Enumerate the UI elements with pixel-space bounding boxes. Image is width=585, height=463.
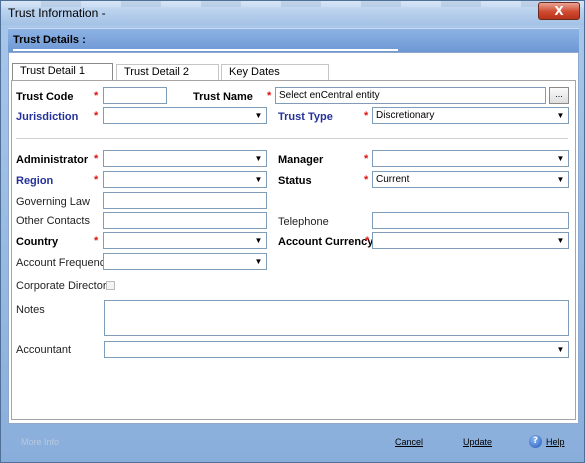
required-marker: *	[365, 235, 370, 247]
trust-code-label: Trust Code	[16, 91, 74, 103]
account-currency-dropdown[interactable]: ▼	[372, 232, 569, 249]
chevron-down-icon[interactable]: ▼	[553, 108, 568, 123]
administrator-dropdown[interactable]: ▼	[103, 150, 267, 167]
trust-information-window: Trust Information - X Trust Details : Tr…	[0, 0, 585, 463]
other-contacts-label: Other Contacts	[16, 215, 90, 227]
dialog-footer: More Info Cancel Update ? Help	[8, 425, 579, 461]
country-label: Country	[16, 236, 59, 248]
status-dropdown[interactable]: Current ▼	[372, 171, 569, 188]
chevron-down-icon[interactable]: ▼	[553, 172, 568, 187]
trust-name-input[interactable]: Select enCentral entity	[275, 87, 546, 104]
trust-name-label: Trust Name	[193, 91, 253, 103]
cancel-button[interactable]: Cancel	[395, 437, 423, 447]
chevron-down-icon[interactable]: ▼	[553, 342, 568, 357]
update-button[interactable]: Update	[463, 437, 492, 447]
country-dropdown[interactable]: ▼	[103, 232, 267, 249]
section-title: Trust Details :	[13, 34, 86, 46]
accountant-dropdown[interactable]: ▼	[104, 341, 569, 358]
telephone-label: Telephone	[278, 216, 329, 228]
accountant-label: Accountant	[16, 344, 72, 356]
telephone-input[interactable]	[372, 212, 569, 229]
chevron-down-icon[interactable]: ▼	[251, 254, 266, 269]
manager-dropdown[interactable]: ▼	[372, 150, 569, 167]
required-marker: *	[94, 235, 99, 247]
chevron-down-icon[interactable]: ▼	[553, 151, 568, 166]
required-marker: *	[364, 110, 369, 122]
governing-law-label: Governing Law	[16, 196, 90, 208]
chevron-down-icon[interactable]: ▼	[251, 233, 266, 248]
tab-strip: Trust Detail 1 Trust Detail 2 Key Dates	[11, 63, 571, 81]
status-label: Status	[278, 175, 312, 187]
close-button[interactable]: X	[538, 2, 580, 20]
section-divider	[16, 138, 568, 139]
administrator-label: Administrator	[16, 154, 89, 166]
required-marker: *	[94, 110, 99, 122]
main-content: Trust Detail 1 Trust Detail 2 Key Dates …	[8, 52, 579, 424]
window-title: Trust Information -	[8, 6, 106, 20]
corporate-director-checkbox[interactable]	[106, 281, 115, 290]
help-button[interactable]: Help	[546, 437, 565, 447]
status-value: Current	[376, 174, 410, 185]
region-dropdown[interactable]: ▼	[103, 171, 267, 188]
tab-key-dates[interactable]: Key Dates	[221, 64, 329, 80]
tab-trust-detail-1[interactable]: Trust Detail 1	[12, 63, 113, 81]
trust-name-lookup-button[interactable]: ...	[549, 87, 569, 104]
tab-panel-trust-detail-1: Trust Code * Trust Name * Select enCentr…	[11, 80, 576, 420]
chevron-down-icon[interactable]: ▼	[251, 108, 266, 123]
more-info-button[interactable]: More Info	[21, 437, 59, 447]
governing-law-input[interactable]	[103, 192, 267, 209]
notes-textarea[interactable]	[104, 300, 569, 336]
trust-type-dropdown[interactable]: Discretionary ▼	[372, 107, 569, 124]
header-divider	[13, 49, 398, 51]
title-bar[interactable]: Trust Information - X	[1, 1, 584, 25]
corporate-director-label: Corporate Director	[16, 280, 107, 292]
required-marker: *	[94, 90, 99, 102]
jurisdiction-label: Jurisdiction	[16, 111, 79, 123]
trust-code-input[interactable]	[103, 87, 167, 104]
other-contacts-input[interactable]	[103, 212, 267, 229]
region-label: Region	[16, 175, 54, 187]
tab-trust-detail-2[interactable]: Trust Detail 2	[116, 64, 219, 80]
chevron-down-icon[interactable]: ▼	[251, 151, 266, 166]
chevron-down-icon[interactable]: ▼	[251, 172, 266, 187]
help-icon[interactable]: ?	[529, 435, 542, 448]
required-marker: *	[364, 153, 369, 165]
required-marker: *	[267, 90, 272, 102]
chevron-down-icon[interactable]: ▼	[553, 233, 568, 248]
notes-label: Notes	[16, 304, 45, 316]
trust-type-value: Discretionary	[376, 110, 435, 121]
manager-label: Manager	[278, 154, 324, 166]
close-icon: X	[554, 4, 564, 18]
account-currency-label: Account Currency	[278, 236, 374, 248]
account-frequency-dropdown[interactable]: ▼	[103, 253, 267, 270]
required-marker: *	[94, 174, 99, 186]
required-marker: *	[364, 174, 369, 186]
required-marker: *	[94, 153, 99, 165]
account-frequency-label: Account Frequency	[16, 257, 111, 269]
trust-type-label: Trust Type	[278, 111, 333, 123]
trust-details-header: Trust Details :	[8, 28, 579, 52]
jurisdiction-dropdown[interactable]: ▼	[103, 107, 267, 124]
